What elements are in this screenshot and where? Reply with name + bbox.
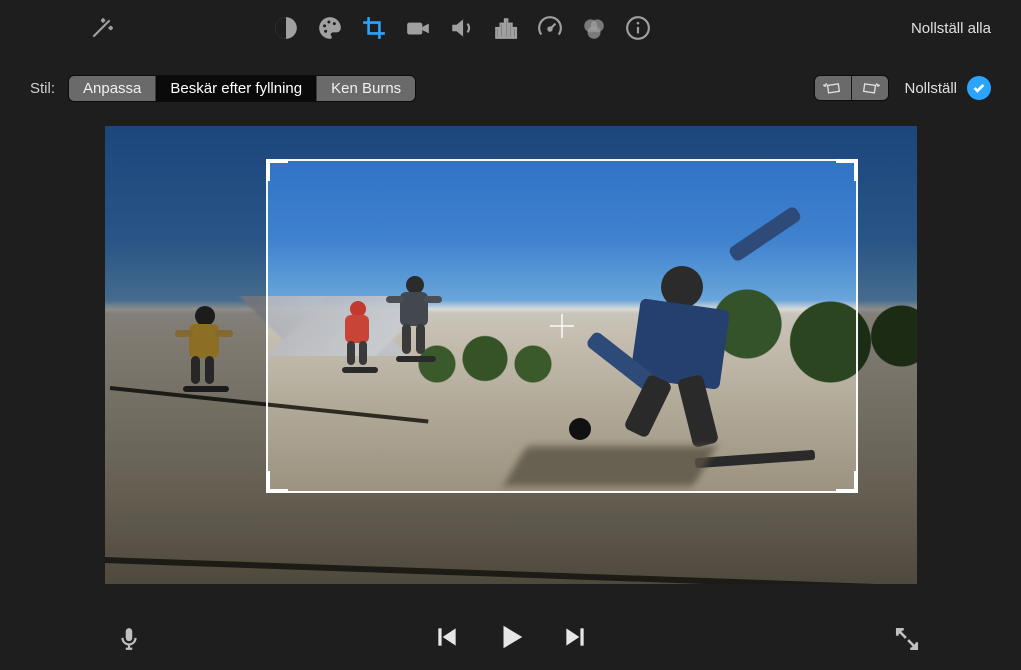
transport-bar	[0, 608, 1021, 670]
segment-anpassa[interactable]: Anpassa	[69, 76, 156, 101]
fullscreen-icon[interactable]	[883, 626, 931, 652]
previous-frame-icon[interactable]	[434, 624, 460, 655]
rotate-button-group	[815, 76, 888, 100]
adjust-circle-icon[interactable]	[264, 6, 308, 50]
crop-handle-tl[interactable]	[266, 159, 288, 181]
camera-icon[interactable]	[396, 6, 440, 50]
crop-crosshair-icon	[550, 314, 574, 338]
microphone-icon[interactable]	[105, 626, 153, 652]
magic-wand-icon[interactable]	[80, 6, 124, 50]
crop-rectangle[interactable]	[266, 159, 858, 493]
preview-viewer	[105, 126, 917, 584]
main-toolbar: Nollställ alla	[0, 0, 1021, 56]
crop-handle-br[interactable]	[836, 471, 858, 493]
equalizer-icon[interactable]	[484, 6, 528, 50]
play-icon[interactable]	[496, 622, 526, 657]
style-segmented-control: Anpassa Beskär efter fyllning Ken Burns	[69, 76, 415, 101]
crop-toolbar: Stil: Anpassa Beskär efter fyllning Ken …	[0, 70, 1021, 106]
crop-handle-tr[interactable]	[836, 159, 858, 181]
segment-kenburns[interactable]: Ken Burns	[317, 76, 415, 101]
rotate-ccw-button[interactable]	[815, 76, 852, 100]
reset-crop-button[interactable]: Nollställ	[904, 80, 957, 97]
next-frame-icon[interactable]	[562, 624, 588, 655]
info-icon[interactable]	[616, 6, 660, 50]
rotate-cw-button[interactable]	[852, 76, 888, 100]
segment-beskar[interactable]: Beskär efter fyllning	[156, 76, 317, 101]
speedometer-icon[interactable]	[528, 6, 572, 50]
filters-icon[interactable]	[572, 6, 616, 50]
crop-handle-bl[interactable]	[266, 471, 288, 493]
reset-all-button[interactable]: Nollställ alla	[911, 20, 991, 37]
confirm-crop-button[interactable]	[967, 76, 991, 100]
volume-icon[interactable]	[440, 6, 484, 50]
crop-icon[interactable]	[352, 6, 396, 50]
color-palette-icon[interactable]	[308, 6, 352, 50]
style-label: Stil:	[30, 80, 55, 97]
